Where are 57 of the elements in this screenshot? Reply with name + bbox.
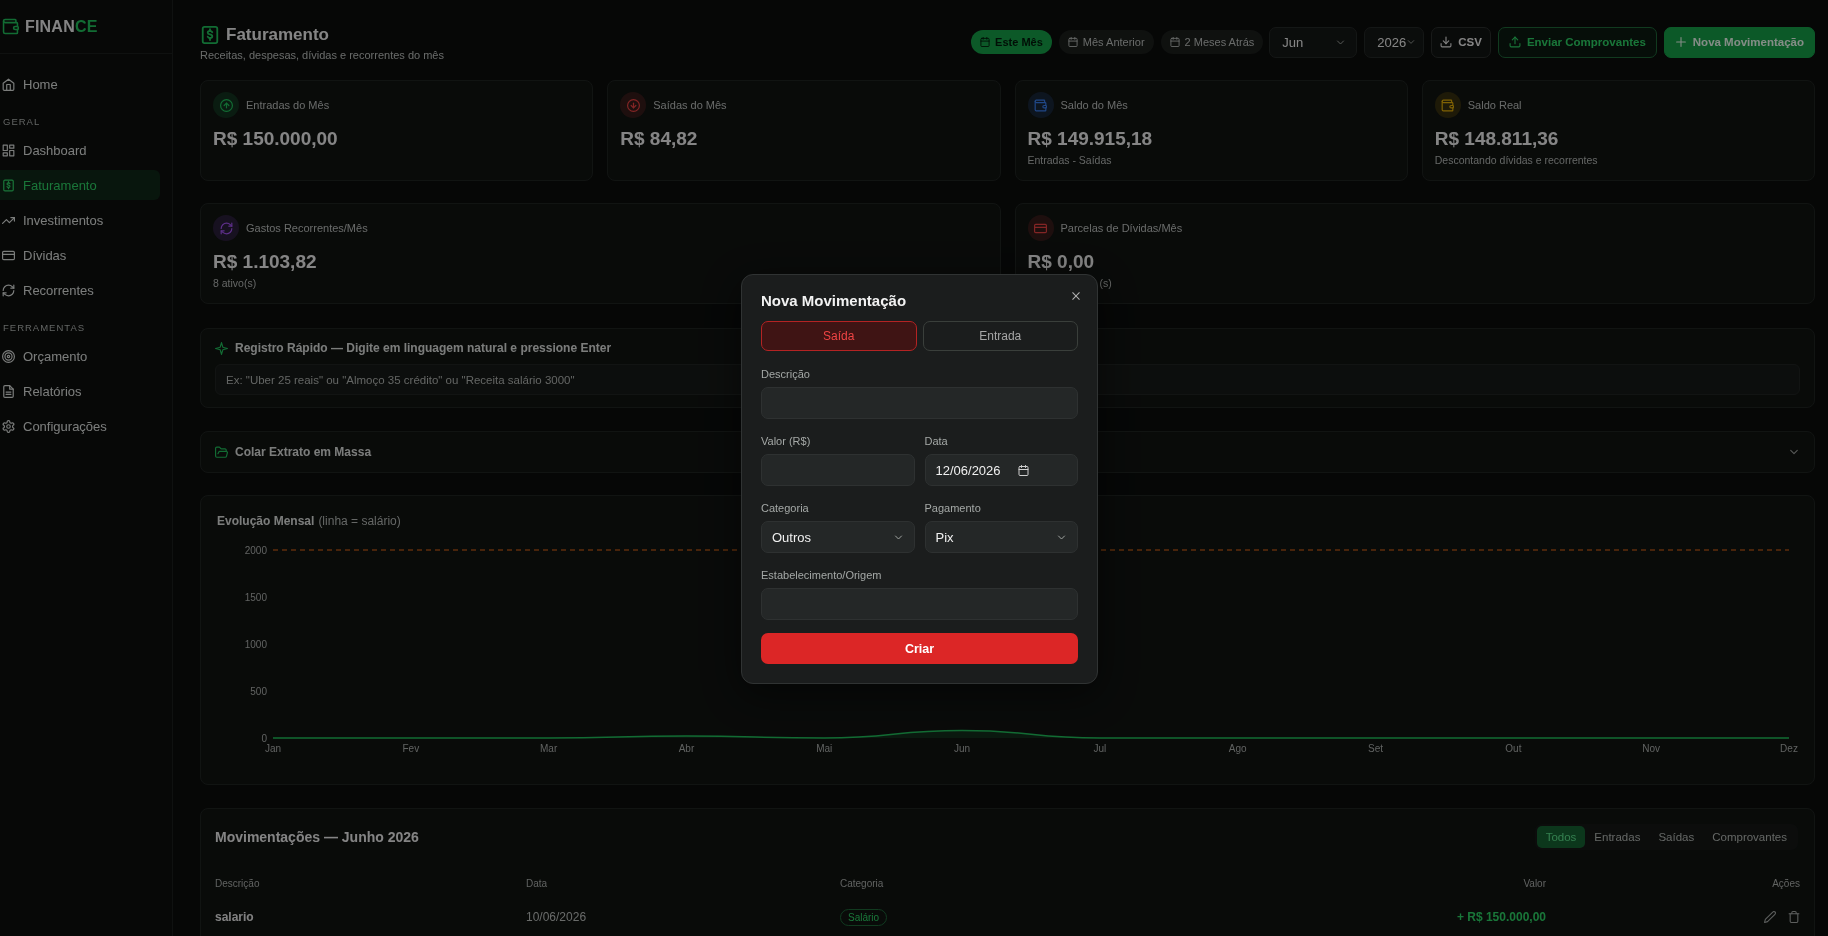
y-axis-label: 1500 [244, 591, 267, 603]
y-axis-label: 2000 [244, 544, 267, 556]
stat-label: Saldo Real [1467, 99, 1522, 111]
stat-value: R$ 148.811,36 [1434, 128, 1560, 150]
section-heading: FERRAMENTAS [3, 321, 87, 335]
transactions-title: Movimentações — Junho 2026 [215, 829, 419, 845]
x-axis-label: Out [1505, 743, 1522, 754]
stat-note: 8 ativo(s) [213, 276, 258, 290]
field-label: Categoria [761, 502, 810, 515]
app-logo: FINANCE [25, 17, 98, 36]
stat-value: R$ 84,82 [620, 128, 699, 150]
stat-note: (s) [1098, 276, 1113, 290]
stat-label: Gastos Recorrentes/Mês [246, 222, 368, 234]
modal-title: Nova Movimentação [761, 291, 907, 311]
stat-value: R$ 1.103,82 [213, 251, 318, 273]
column-header: Valor [1523, 877, 1546, 889]
column-header: Ações [1772, 877, 1800, 889]
x-axis-label: Abr [678, 743, 695, 754]
x-axis-label: Nov [1642, 743, 1661, 754]
y-axis-label: 500 [250, 685, 267, 697]
field-label: Pagamento [924, 502, 982, 515]
column-header: Descrição [215, 877, 260, 889]
amount-cell: + R$ 150.000,00 [1456, 910, 1546, 924]
stat-label: Saldo do Mês [1060, 99, 1128, 111]
field-label: Data [924, 435, 949, 448]
stat-note: Entradas - Saídas [1027, 153, 1113, 167]
section-heading: GERAL [3, 115, 42, 129]
stat-label: Entradas do Mês [246, 99, 330, 111]
x-axis-label: Set [1368, 743, 1384, 754]
x-axis-label: Ago [1228, 743, 1247, 754]
page-subtitle: Receitas, despesas, dívidas e recorrentes do mês [200, 48, 444, 62]
column-header: Categoria [840, 877, 884, 889]
stat-value: R$ 149.915,18 [1027, 128, 1154, 150]
table-cell: salario [215, 910, 254, 924]
stat-label: Parcelas de Dívidas/Mês [1060, 222, 1183, 234]
x-axis-label: Mar [540, 743, 558, 754]
x-axis-label: Jul [1093, 743, 1107, 754]
stat-value: R$ 150.000,00 [213, 128, 339, 150]
chart-title: Evolução Mensal [217, 514, 315, 528]
page-title: Faturamento [226, 24, 329, 46]
x-axis-label: Jun [954, 743, 971, 754]
stat-note: Descontando dívidas e recorrentes [1434, 153, 1599, 167]
field-label: Descrição [761, 368, 811, 381]
x-axis-label: Mai [816, 743, 833, 754]
table-cell: 10/06/2026 [526, 910, 587, 924]
y-axis-label: 0 [261, 732, 267, 744]
quick-entry-title: Registro Rápido — Digite em linguagem natural e pressione Enter [235, 340, 612, 356]
field-label: Estabelecimento/Origem [761, 569, 883, 582]
column-header: Data [526, 877, 548, 889]
stat-value: R$ 0,00 [1027, 251, 1096, 273]
y-axis-label: 1000 [244, 638, 267, 650]
stat-label: Saídas do Mês [653, 99, 727, 111]
x-axis-label: Fev [402, 743, 420, 754]
x-axis-label: Dez [1780, 743, 1798, 754]
chart-note: (linha = salário) [318, 514, 401, 528]
x-axis-label: Jan [264, 743, 282, 754]
field-label: Valor (R$) [761, 435, 812, 448]
